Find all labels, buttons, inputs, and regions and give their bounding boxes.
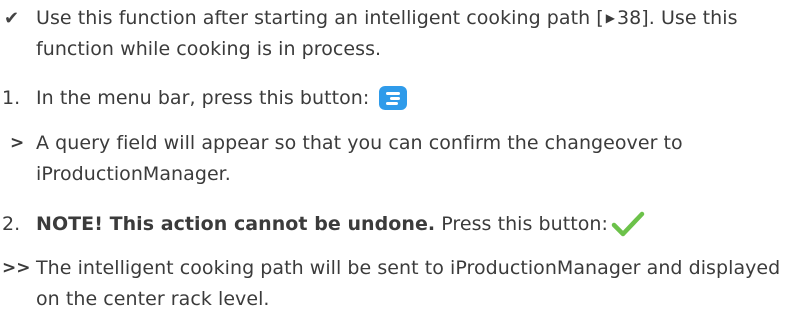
step-2-text: Press this button: bbox=[441, 213, 608, 235]
step-1: 1. In the menu bar, press this button: bbox=[0, 83, 810, 114]
page-ref-arrow-icon: ▶ bbox=[605, 11, 616, 25]
step-2: 2. NOTE! This action cannot be undone. P… bbox=[0, 209, 810, 240]
requirement-check-icon: ✔ bbox=[4, 8, 20, 29]
step-1-number: 1. bbox=[2, 87, 21, 109]
requirement-page-ref[interactable]: 38 bbox=[617, 7, 641, 29]
requirement-text: Use this function after starting an inte… bbox=[36, 3, 810, 65]
menu-list-icon bbox=[379, 86, 408, 110]
step-1-result-text: A query field will appear so that you ca… bbox=[36, 132, 683, 185]
step-1-text: In the menu bar, press this button: bbox=[36, 87, 370, 109]
final-result: >> The intelligent cooking path will be … bbox=[0, 253, 810, 315]
step-2-note: NOTE! This action cannot be undone. bbox=[36, 213, 436, 235]
requirement-item: ✔ Use this function after starting an in… bbox=[0, 3, 810, 65]
result-marker: > bbox=[10, 133, 25, 153]
step-2-number: 2. bbox=[2, 213, 21, 235]
requirement-text-before: Use this function after starting an inte… bbox=[36, 7, 604, 29]
final-result-text: The intelligent cooking path will be sen… bbox=[36, 257, 781, 310]
step-1-text-container: In the menu bar, press this button: bbox=[36, 83, 810, 114]
step-2-text-container: NOTE! This action cannot be undone. Pres… bbox=[36, 209, 810, 240]
final-result-marker: >> bbox=[2, 258, 31, 278]
confirm-check-icon bbox=[611, 211, 645, 237]
step-1-result: > A query field will appear so that you … bbox=[0, 128, 810, 190]
